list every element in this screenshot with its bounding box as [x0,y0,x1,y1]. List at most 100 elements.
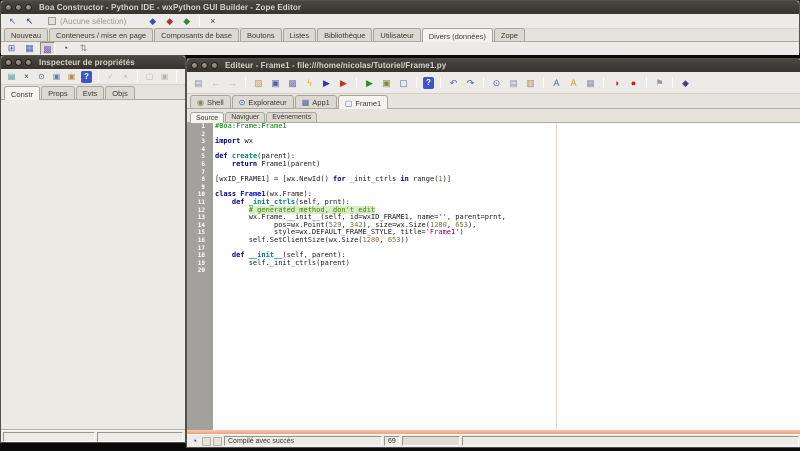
code-line[interactable]: 16 self.SetClientSize(wx.Size(1280, 653)… [187,237,800,245]
record-macro-icon[interactable]: ● [627,77,640,89]
palette-tab-boutons[interactable]: Boutons [240,28,282,41]
line-number[interactable]: 8 [187,176,209,184]
tree-view-icon[interactable]: ⊞ [4,42,19,55]
code-line[interactable]: 2 [187,131,800,139]
frames-list-icon[interactable]: ▣ [66,71,77,83]
find-again-icon[interactable]: A [550,77,563,89]
line-number[interactable]: 4 [187,146,209,154]
shrink-font-icon[interactable]: ◑ [610,77,623,89]
print-source-icon[interactable]: ▦ [584,77,597,89]
data-module-icon[interactable]: ▦ [22,42,37,55]
red-gem-icon[interactable]: ◆ [163,15,176,27]
save-icon[interactable]: ▣ [269,77,282,89]
line-number[interactable]: 6 [187,161,209,169]
line-number[interactable]: 10 [187,191,209,199]
line-number[interactable]: 1 [187,123,209,131]
view-tab-source[interactable]: Source [190,112,224,123]
palette-tab-composants-de-base[interactable]: Composants de base [154,28,239,41]
help-icon[interactable]: ? [423,77,434,89]
line-number[interactable]: 3 [187,138,209,146]
name-icon[interactable]: ▤ [6,71,17,83]
delete-item-icon[interactable]: × [21,71,32,83]
boa-gem-icon[interactable]: ◆ [679,77,692,89]
error-list-button[interactable] [202,437,211,446]
undo-icon[interactable]: ↶ [447,77,460,89]
palette-tab-biblioth-que[interactable]: Bibliothèque [317,28,372,41]
line-number[interactable]: 7 [187,169,209,177]
module-tab-explorateur[interactable]: ⊙Explorateur [232,95,294,108]
help-inspector-icon[interactable]: ? [81,71,92,83]
module-tab-app1[interactable]: ▦App1 [295,95,337,108]
maximize-button[interactable] [211,62,218,69]
code-editor[interactable]: 1#Boa:Frame:Frame123import wx45def creat… [187,123,800,434]
code-line[interactable]: 20 [187,267,800,275]
palette-tab-divers-donn-es[interactable]: Divers (données) [422,28,493,42]
selection-pointer-icon[interactable]: ↖ [6,15,19,27]
line-number[interactable]: 20 [187,267,209,275]
green-gem-icon[interactable]: ◆ [180,15,193,27]
line-number[interactable]: 12 [187,207,209,215]
image-list-icon[interactable]: ▩ [40,42,55,55]
code-line[interactable]: 6 return Frame1(parent) [187,161,800,169]
close-selection-icon[interactable]: × [206,15,219,27]
palette-tab-conteneurs-mise-en-page[interactable]: Conteneurs / mise en page [49,28,153,41]
check-source-icon[interactable]: ϟ [303,77,316,89]
minimize-button[interactable] [201,62,208,69]
line-number[interactable]: 9 [187,184,209,192]
find-icon[interactable]: ⊙ [490,77,503,89]
code-line[interactable]: 8[wxID_FRAME1] = [wx.NewId() for _init_c… [187,176,800,184]
redo-icon[interactable]: ↷ [464,77,477,89]
palette-tab-nouveau[interactable]: Nouveau [4,28,48,41]
find-inspector-icon[interactable]: ⊙ [36,71,47,83]
line-number[interactable]: 13 [187,214,209,222]
find-marked-icon[interactable]: A [567,77,580,89]
line-number[interactable]: 11 [187,199,209,207]
print-icon[interactable]: ▤ [192,77,205,89]
close-button[interactable] [5,59,12,66]
output-button[interactable] [213,437,222,446]
palette-tab-listes[interactable]: Listes [283,28,317,41]
line-number[interactable]: 15 [187,229,209,237]
maximize-button[interactable] [25,59,32,66]
paste-icon[interactable]: ▥ [524,77,537,89]
selection-checkbox[interactable] [48,17,56,25]
horizontal-scrollbar[interactable] [187,430,800,434]
line-number[interactable]: 16 [187,237,209,245]
debug-icon[interactable]: ▶ [337,77,350,89]
line-number[interactable]: 18 [187,252,209,260]
compile-icon[interactable]: ▣ [380,77,393,89]
line-number[interactable]: 14 [187,222,209,230]
close-button[interactable] [5,4,12,11]
blue-gem-icon[interactable]: ◆ [146,15,159,27]
cyclops-icon[interactable]: ▢ [397,77,410,89]
timer-icon[interactable]: ◔ [58,42,73,55]
maximize-button[interactable] [25,4,32,11]
palette-tab-zope[interactable]: Zope [494,28,525,41]
shortcut-icon[interactable]: ⇅ [76,42,91,55]
open-icon[interactable]: ▨ [252,77,265,89]
module-tab-frame1[interactable]: ▢Frame1 [338,95,388,109]
save-as-icon[interactable]: ▩ [286,77,299,89]
module-tab-shell[interactable]: ◉Shell [190,95,231,108]
palette-tab-utilisateur[interactable]: Utilisateur [373,28,420,41]
minimize-button[interactable] [15,59,22,66]
close-button[interactable] [191,62,198,69]
code-line[interactable]: 19 self._init_ctrls(parent) [187,260,800,268]
view-tab-naviguer[interactable]: Naviguer [225,112,265,122]
line-number[interactable]: 2 [187,131,209,139]
inspector-tab-constr[interactable]: Constr [4,86,40,100]
minimize-button[interactable] [15,4,22,11]
inspector-tab-evts[interactable]: Evts [76,86,105,99]
run-app-icon[interactable]: ▶ [363,77,376,89]
run-icon[interactable]: ▶ [320,77,333,89]
sizer-pointer-icon[interactable]: ↖ [23,15,36,27]
code-line[interactable]: 3import wx [187,138,800,146]
inspector-tab-props[interactable]: Props [41,86,75,99]
windows-list-icon[interactable]: ▣ [51,71,62,83]
view-tab-ev-nements[interactable]: Evénements [266,112,317,122]
line-number[interactable]: 17 [187,245,209,253]
code-line[interactable]: 1#Boa:Frame:Frame1 [187,123,800,131]
line-number[interactable]: 5 [187,153,209,161]
inspector-tab-objs[interactable]: Objs [105,86,134,99]
copy-icon[interactable]: ▤ [507,77,520,89]
